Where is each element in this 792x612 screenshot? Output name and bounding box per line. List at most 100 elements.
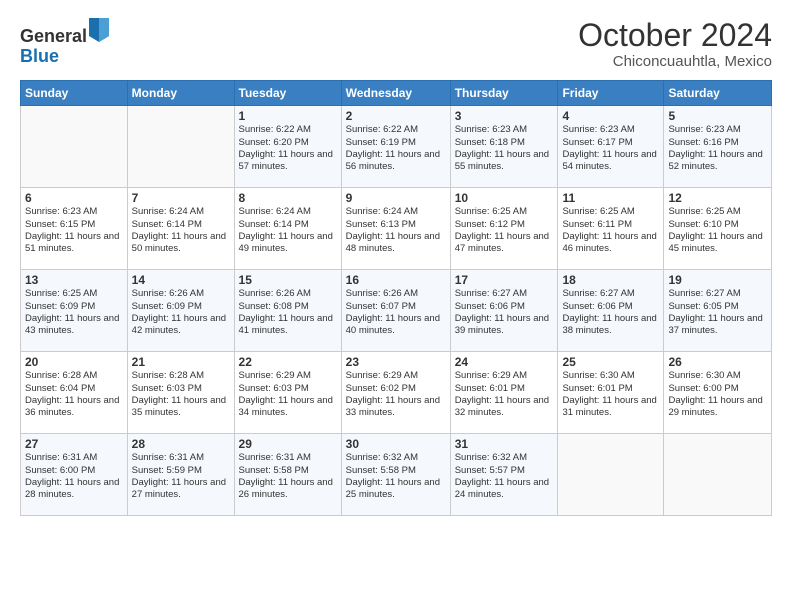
header-thursday: Thursday <box>450 81 558 106</box>
day-number: 24 <box>455 355 554 369</box>
day-number: 21 <box>132 355 230 369</box>
day-detail: Sunrise: 6:25 AMSunset: 6:11 PMDaylight:… <box>562 206 659 255</box>
calendar-cell <box>664 434 772 516</box>
calendar-cell: 27 Sunrise: 6:31 AMSunset: 6:00 PMDaylig… <box>21 434 128 516</box>
day-number: 18 <box>562 273 659 287</box>
calendar-cell: 2 Sunrise: 6:22 AMSunset: 6:19 PMDayligh… <box>341 106 450 188</box>
calendar-cell: 18 Sunrise: 6:27 AMSunset: 6:06 PMDaylig… <box>558 270 664 352</box>
day-number: 23 <box>346 355 446 369</box>
header-monday: Monday <box>127 81 234 106</box>
logo-general: General <box>20 26 87 46</box>
calendar-week-5: 27 Sunrise: 6:31 AMSunset: 6:00 PMDaylig… <box>21 434 772 516</box>
day-detail: Sunrise: 6:31 AMSunset: 6:00 PMDaylight:… <box>25 452 123 501</box>
calendar-cell: 16 Sunrise: 6:26 AMSunset: 6:07 PMDaylig… <box>341 270 450 352</box>
calendar-week-4: 20 Sunrise: 6:28 AMSunset: 6:04 PMDaylig… <box>21 352 772 434</box>
logo-blue: Blue <box>20 46 59 66</box>
day-detail: Sunrise: 6:30 AMSunset: 6:01 PMDaylight:… <box>562 370 659 419</box>
day-detail: Sunrise: 6:24 AMSunset: 6:13 PMDaylight:… <box>346 206 446 255</box>
logo-text: General <box>20 18 109 47</box>
day-detail: Sunrise: 6:26 AMSunset: 6:09 PMDaylight:… <box>132 288 230 337</box>
calendar-cell: 22 Sunrise: 6:29 AMSunset: 6:03 PMDaylig… <box>234 352 341 434</box>
calendar-week-2: 6 Sunrise: 6:23 AMSunset: 6:15 PMDayligh… <box>21 188 772 270</box>
header-saturday: Saturday <box>664 81 772 106</box>
calendar-cell: 13 Sunrise: 6:25 AMSunset: 6:09 PMDaylig… <box>21 270 128 352</box>
day-number: 17 <box>455 273 554 287</box>
calendar-cell: 21 Sunrise: 6:28 AMSunset: 6:03 PMDaylig… <box>127 352 234 434</box>
header-row: Sunday Monday Tuesday Wednesday Thursday… <box>21 81 772 106</box>
day-detail: Sunrise: 6:31 AMSunset: 5:58 PMDaylight:… <box>239 452 337 501</box>
calendar-cell: 3 Sunrise: 6:23 AMSunset: 6:18 PMDayligh… <box>450 106 558 188</box>
header-wednesday: Wednesday <box>341 81 450 106</box>
day-number: 1 <box>239 109 337 123</box>
calendar-cell: 8 Sunrise: 6:24 AMSunset: 6:14 PMDayligh… <box>234 188 341 270</box>
page: General Blue October 2024 Chiconcuauhtla… <box>0 0 792 612</box>
day-detail: Sunrise: 6:23 AMSunset: 6:18 PMDaylight:… <box>455 124 554 173</box>
day-number: 22 <box>239 355 337 369</box>
day-number: 10 <box>455 191 554 205</box>
day-number: 25 <box>562 355 659 369</box>
calendar-cell: 25 Sunrise: 6:30 AMSunset: 6:01 PMDaylig… <box>558 352 664 434</box>
day-detail: Sunrise: 6:22 AMSunset: 6:19 PMDaylight:… <box>346 124 446 173</box>
calendar-table: Sunday Monday Tuesday Wednesday Thursday… <box>20 80 772 516</box>
day-detail: Sunrise: 6:23 AMSunset: 6:15 PMDaylight:… <box>25 206 123 255</box>
day-detail: Sunrise: 6:27 AMSunset: 6:05 PMDaylight:… <box>668 288 767 337</box>
day-number: 15 <box>239 273 337 287</box>
calendar-cell: 23 Sunrise: 6:29 AMSunset: 6:02 PMDaylig… <box>341 352 450 434</box>
day-detail: Sunrise: 6:25 AMSunset: 6:10 PMDaylight:… <box>668 206 767 255</box>
calendar-cell <box>21 106 128 188</box>
day-detail: Sunrise: 6:25 AMSunset: 6:09 PMDaylight:… <box>25 288 123 337</box>
calendar-cell: 15 Sunrise: 6:26 AMSunset: 6:08 PMDaylig… <box>234 270 341 352</box>
day-number: 16 <box>346 273 446 287</box>
day-detail: Sunrise: 6:28 AMSunset: 6:03 PMDaylight:… <box>132 370 230 419</box>
day-detail: Sunrise: 6:30 AMSunset: 6:00 PMDaylight:… <box>668 370 767 419</box>
day-detail: Sunrise: 6:32 AMSunset: 5:57 PMDaylight:… <box>455 452 554 501</box>
header-tuesday: Tuesday <box>234 81 341 106</box>
day-detail: Sunrise: 6:24 AMSunset: 6:14 PMDaylight:… <box>239 206 337 255</box>
day-number: 30 <box>346 437 446 451</box>
day-detail: Sunrise: 6:23 AMSunset: 6:16 PMDaylight:… <box>668 124 767 173</box>
day-number: 28 <box>132 437 230 451</box>
calendar-week-3: 13 Sunrise: 6:25 AMSunset: 6:09 PMDaylig… <box>21 270 772 352</box>
calendar-cell <box>558 434 664 516</box>
calendar-cell: 28 Sunrise: 6:31 AMSunset: 5:59 PMDaylig… <box>127 434 234 516</box>
day-number: 2 <box>346 109 446 123</box>
day-number: 27 <box>25 437 123 451</box>
calendar-week-1: 1 Sunrise: 6:22 AMSunset: 6:20 PMDayligh… <box>21 106 772 188</box>
day-detail: Sunrise: 6:29 AMSunset: 6:01 PMDaylight:… <box>455 370 554 419</box>
calendar-cell: 7 Sunrise: 6:24 AMSunset: 6:14 PMDayligh… <box>127 188 234 270</box>
day-detail: Sunrise: 6:22 AMSunset: 6:20 PMDaylight:… <box>239 124 337 173</box>
calendar-cell: 31 Sunrise: 6:32 AMSunset: 5:57 PMDaylig… <box>450 434 558 516</box>
day-number: 7 <box>132 191 230 205</box>
day-number: 9 <box>346 191 446 205</box>
day-number: 31 <box>455 437 554 451</box>
day-detail: Sunrise: 6:24 AMSunset: 6:14 PMDaylight:… <box>132 206 230 255</box>
logo: General Blue <box>20 18 109 67</box>
day-detail: Sunrise: 6:32 AMSunset: 5:58 PMDaylight:… <box>346 452 446 501</box>
calendar-cell: 5 Sunrise: 6:23 AMSunset: 6:16 PMDayligh… <box>664 106 772 188</box>
day-detail: Sunrise: 6:23 AMSunset: 6:17 PMDaylight:… <box>562 124 659 173</box>
day-number: 26 <box>668 355 767 369</box>
day-number: 12 <box>668 191 767 205</box>
day-number: 11 <box>562 191 659 205</box>
page-title: October 2024 <box>578 18 772 53</box>
day-detail: Sunrise: 6:27 AMSunset: 6:06 PMDaylight:… <box>562 288 659 337</box>
calendar-cell: 14 Sunrise: 6:26 AMSunset: 6:09 PMDaylig… <box>127 270 234 352</box>
header-friday: Friday <box>558 81 664 106</box>
day-number: 20 <box>25 355 123 369</box>
calendar-cell: 4 Sunrise: 6:23 AMSunset: 6:17 PMDayligh… <box>558 106 664 188</box>
day-detail: Sunrise: 6:26 AMSunset: 6:07 PMDaylight:… <box>346 288 446 337</box>
calendar-header: Sunday Monday Tuesday Wednesday Thursday… <box>21 81 772 106</box>
day-number: 14 <box>132 273 230 287</box>
day-detail: Sunrise: 6:31 AMSunset: 5:59 PMDaylight:… <box>132 452 230 501</box>
calendar-cell: 11 Sunrise: 6:25 AMSunset: 6:11 PMDaylig… <box>558 188 664 270</box>
day-detail: Sunrise: 6:26 AMSunset: 6:08 PMDaylight:… <box>239 288 337 337</box>
day-detail: Sunrise: 6:28 AMSunset: 6:04 PMDaylight:… <box>25 370 123 419</box>
calendar-cell: 29 Sunrise: 6:31 AMSunset: 5:58 PMDaylig… <box>234 434 341 516</box>
title-block: October 2024 Chiconcuauhtla, Mexico <box>578 18 772 70</box>
calendar-cell: 9 Sunrise: 6:24 AMSunset: 6:13 PMDayligh… <box>341 188 450 270</box>
calendar-cell: 19 Sunrise: 6:27 AMSunset: 6:05 PMDaylig… <box>664 270 772 352</box>
calendar-cell: 10 Sunrise: 6:25 AMSunset: 6:12 PMDaylig… <box>450 188 558 270</box>
calendar-cell: 20 Sunrise: 6:28 AMSunset: 6:04 PMDaylig… <box>21 352 128 434</box>
page-subtitle: Chiconcuauhtla, Mexico <box>578 53 772 70</box>
day-number: 4 <box>562 109 659 123</box>
